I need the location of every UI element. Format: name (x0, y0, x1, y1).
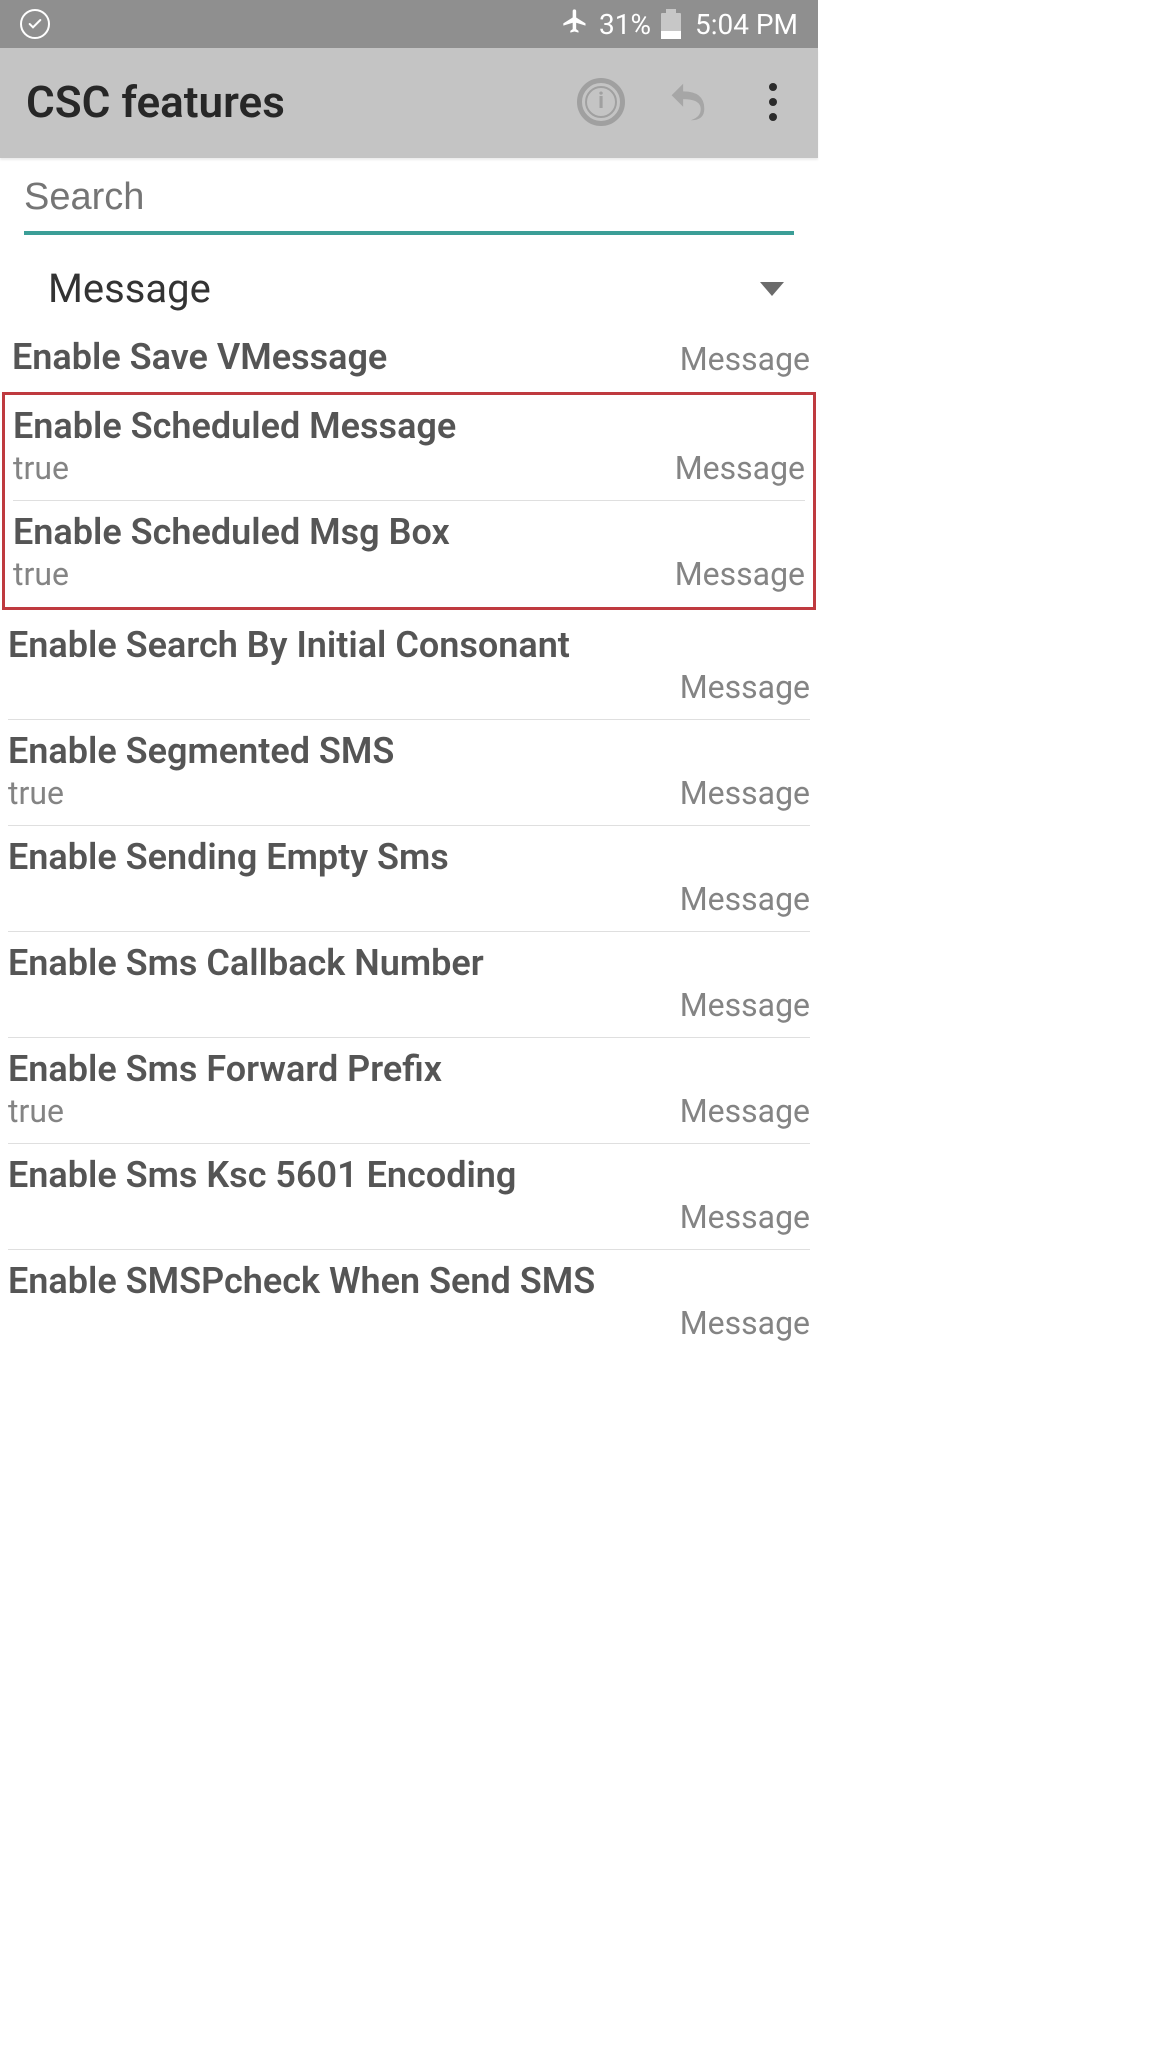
page-title: CSC features (26, 76, 285, 128)
list-item[interactable]: Enable Save VMessage Message (0, 340, 818, 392)
feature-list[interactable]: Enable Save VMessage Message Enable Sche… (0, 340, 818, 1356)
more-button[interactable] (748, 77, 798, 127)
dot-icon (769, 98, 777, 106)
list-item[interactable]: Enable SMSPcheck When Send SMS Message (0, 1250, 818, 1356)
item-category: Message (680, 340, 810, 378)
category-dropdown[interactable]: Message (0, 235, 818, 340)
app-actions: i (576, 77, 798, 127)
item-value: true (13, 555, 69, 593)
later-items: Enable Search By Initial Consonant Messa… (0, 614, 818, 1356)
item-category: Message (675, 555, 805, 593)
check-circle-icon (20, 9, 50, 39)
item-value: true (8, 1092, 64, 1130)
item-category: Message (675, 449, 805, 487)
search-input[interactable] (24, 168, 794, 235)
item-category: Message (680, 1304, 810, 1342)
battery-icon (661, 9, 681, 39)
status-left (20, 9, 50, 39)
search-wrap (0, 164, 818, 235)
back-button[interactable] (662, 77, 712, 127)
item-category: Message (680, 1092, 810, 1130)
battery-percentage: 31% (599, 8, 651, 41)
app-bar: CSC features i (0, 48, 818, 158)
item-category: Message (680, 880, 810, 918)
item-title: Enable Segmented SMS (8, 730, 810, 772)
item-title: Enable Sms Forward Prefix (8, 1048, 810, 1090)
item-value: true (8, 774, 64, 812)
list-item[interactable]: Enable Sms Forward Prefix true Message (0, 1038, 818, 1144)
list-item[interactable]: Enable Segmented SMS true Message (0, 720, 818, 826)
chevron-down-icon (760, 282, 784, 296)
item-title: Enable Sms Callback Number (8, 942, 810, 984)
item-category: Message (680, 986, 810, 1024)
list-item[interactable]: Enable Sending Empty Sms Message (0, 826, 818, 932)
item-value: true (13, 449, 69, 487)
info-button[interactable]: i (576, 77, 626, 127)
item-title: Enable Scheduled Message (13, 405, 805, 447)
status-time: 5:04 PM (695, 8, 798, 41)
item-title: Enable Save VMessage (12, 336, 387, 378)
item-title: Enable SMSPcheck When Send SMS (8, 1260, 810, 1302)
status-right: 31% 5:04 PM (561, 7, 798, 42)
item-title: Enable Sms Ksc 5601 Encoding (8, 1154, 810, 1196)
item-title: Enable Scheduled Msg Box (13, 511, 805, 553)
info-icon: i (577, 78, 625, 126)
content: Message Enable Save VMessage Message Ena… (0, 158, 818, 1356)
list-item[interactable]: Enable Sms Ksc 5601 Encoding Message (0, 1144, 818, 1250)
item-title: Enable Search By Initial Consonant (8, 624, 810, 666)
item-category: Message (680, 1198, 810, 1236)
list-item[interactable]: Enable Search By Initial Consonant Messa… (0, 614, 818, 720)
list-item[interactable]: Enable Scheduled Message true Message (5, 395, 813, 501)
item-category: Message (680, 774, 810, 812)
highlighted-region: Enable Scheduled Message true Message En… (2, 392, 816, 610)
dropdown-label: Message (48, 265, 211, 312)
list-item[interactable]: Enable Scheduled Msg Box true Message (5, 501, 813, 607)
dot-icon (769, 83, 777, 91)
item-category: Message (680, 668, 810, 706)
airplane-mode-icon (561, 7, 589, 42)
dot-icon (769, 113, 777, 121)
back-arrow-icon (662, 79, 712, 125)
item-title: Enable Sending Empty Sms (8, 836, 810, 878)
status-bar: 31% 5:04 PM (0, 0, 818, 48)
list-item[interactable]: Enable Sms Callback Number Message (0, 932, 818, 1038)
